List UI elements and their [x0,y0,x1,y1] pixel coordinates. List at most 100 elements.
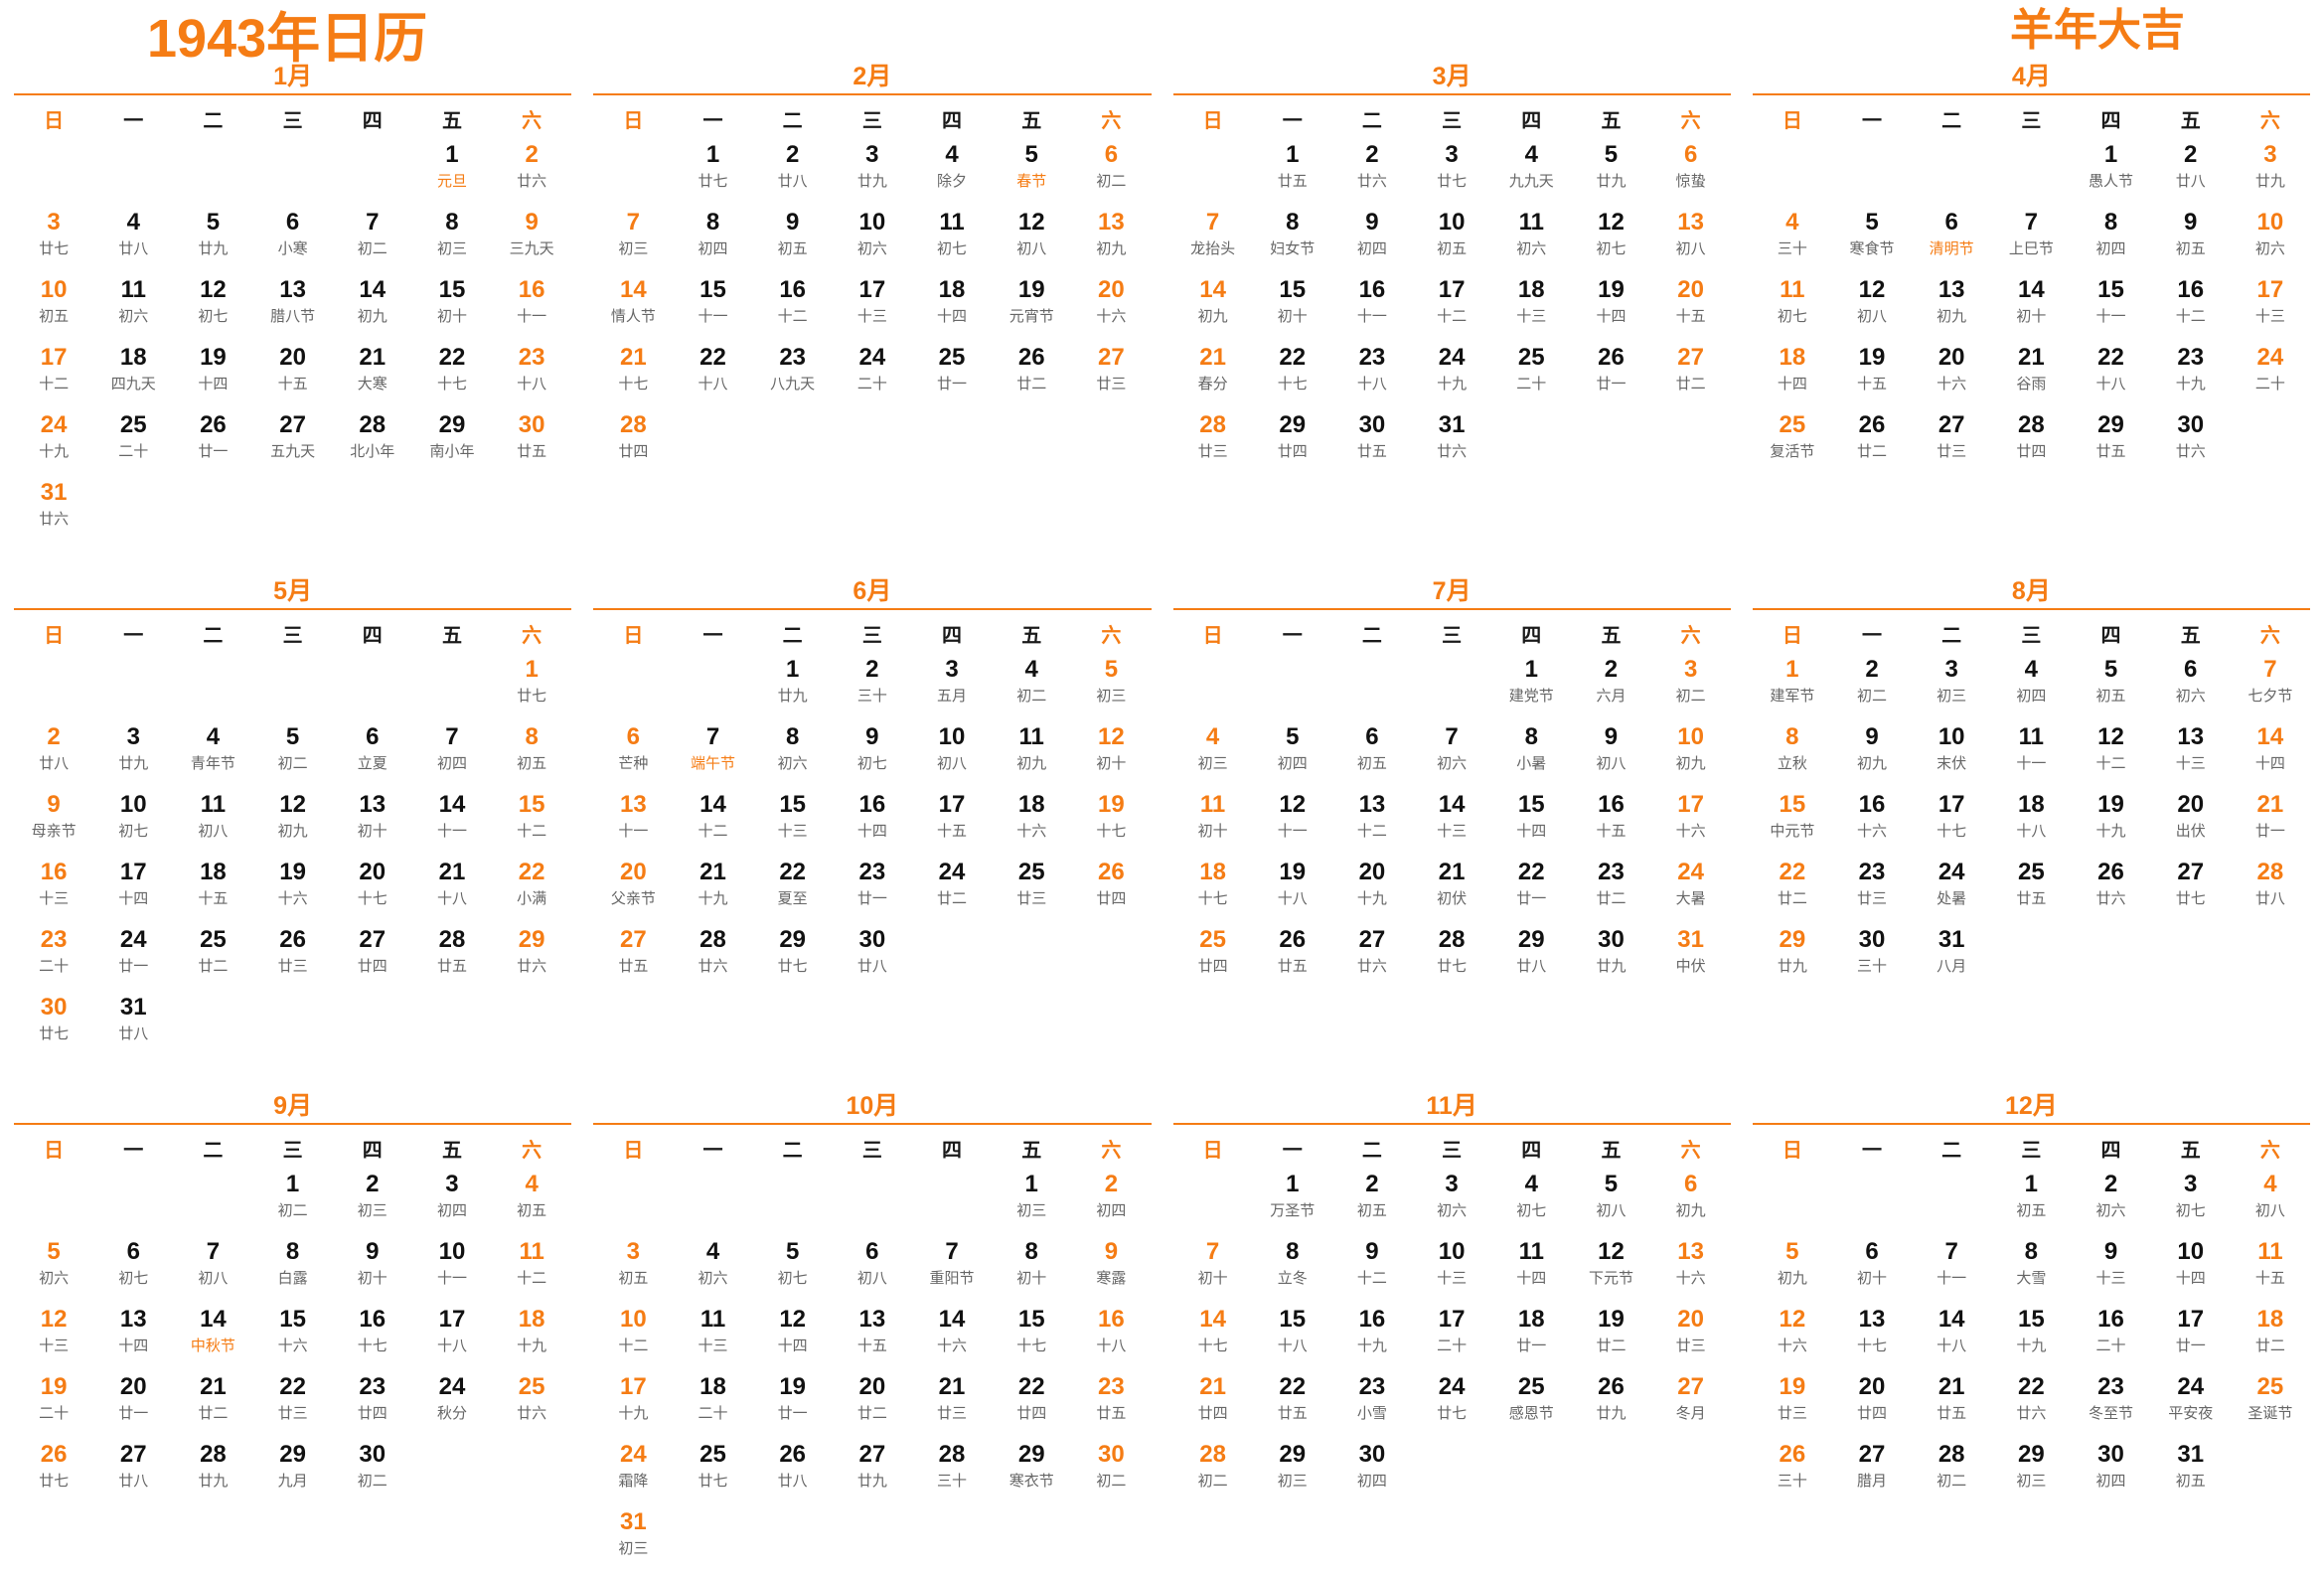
day-cell[interactable]: 24 大暑 [1651,858,1731,925]
day-cell[interactable]: 3 初三 [1912,655,1991,722]
day-cell[interactable]: 21 大寒 [333,343,412,410]
day-cell[interactable]: 4 初六 [673,1237,752,1305]
day-cell[interactable]: 25 廿三 [992,858,1071,925]
day-cell[interactable]: 10 初八 [912,722,992,790]
day-cell[interactable]: 12 下元节 [1571,1237,1650,1305]
day-cell[interactable]: 25 圣诞节 [2231,1372,2310,1440]
day-cell[interactable]: 15 初十 [412,275,492,343]
day-cell[interactable]: 27 廿六 [1332,925,1412,993]
day-cell[interactable]: 7 龙抬头 [1173,208,1253,275]
day-cell[interactable]: 24 二十 [833,343,912,410]
day-cell[interactable]: 3 初五 [593,1237,673,1305]
day-cell[interactable]: 29 九月 [253,1440,333,1507]
day-cell[interactable]: 16 十六 [1832,790,1912,858]
day-cell[interactable]: 27 廿九 [833,1440,912,1507]
day-cell[interactable]: 9 寒露 [1071,1237,1151,1305]
day-cell[interactable]: 1 初三 [992,1170,1071,1237]
day-cell[interactable]: 14 情人节 [593,275,673,343]
day-cell[interactable]: 19 十九 [2071,790,2150,858]
day-cell[interactable]: 14 中秋节 [173,1305,252,1372]
day-cell[interactable]: 30 廿九 [1571,925,1650,993]
day-cell[interactable]: 17 十三 [833,275,912,343]
day-cell[interactable]: 14 十三 [1412,790,1491,858]
day-cell[interactable]: 25 廿二 [173,925,252,993]
day-cell[interactable]: 22 廿三 [253,1372,333,1440]
day-cell[interactable]: 7 重阳节 [912,1237,992,1305]
day-cell[interactable]: 16 十一 [1332,275,1412,343]
day-cell[interactable]: 12 初十 [1071,722,1151,790]
day-cell[interactable]: 30 三十 [1832,925,1912,993]
day-cell[interactable]: 10 末伏 [1912,722,1991,790]
day-cell[interactable]: 29 廿四 [1253,410,1332,478]
day-cell[interactable]: 18 十四 [912,275,992,343]
day-cell[interactable]: 26 廿三 [253,925,333,993]
day-cell[interactable]: 12 初八 [1832,275,1912,343]
day-cell[interactable]: 21 廿二 [173,1372,252,1440]
day-cell[interactable]: 16 十四 [833,790,912,858]
day-cell[interactable]: 23 二十 [14,925,93,993]
day-cell[interactable]: 5 初二 [253,722,333,790]
day-cell[interactable]: 11 初八 [173,790,252,858]
day-cell[interactable]: 1 元旦 [412,140,492,208]
day-cell[interactable]: 15 十六 [253,1305,333,1372]
day-cell[interactable]: 9 三九天 [492,208,571,275]
day-cell[interactable]: 16 十九 [1332,1305,1412,1372]
day-cell[interactable]: 12 初九 [253,790,333,858]
day-cell[interactable]: 17 二十 [1412,1305,1491,1372]
day-cell[interactable]: 6 初十 [1832,1237,1912,1305]
day-cell[interactable]: 19 廿三 [1753,1372,1832,1440]
day-cell[interactable]: 4 初三 [1173,722,1253,790]
day-cell[interactable]: 5 初八 [1571,1170,1650,1237]
day-cell[interactable]: 19 二十 [14,1372,93,1440]
day-cell[interactable]: 13 初八 [1651,208,1731,275]
day-cell[interactable]: 30 廿七 [14,993,93,1060]
day-cell[interactable]: 6 初七 [93,1237,173,1305]
day-cell[interactable]: 31 初五 [2151,1440,2231,1507]
day-cell[interactable]: 18 十五 [173,858,252,925]
day-cell[interactable]: 25 二十 [1491,343,1571,410]
day-cell[interactable]: 11 初七 [912,208,992,275]
day-cell[interactable]: 6 清明节 [1912,208,1991,275]
day-cell[interactable]: 12 十三 [14,1305,93,1372]
day-cell[interactable]: 14 十七 [1173,1305,1253,1372]
day-cell[interactable]: 26 廿七 [14,1440,93,1507]
day-cell[interactable]: 25 感恩节 [1491,1372,1571,1440]
day-cell[interactable]: 21 谷雨 [1991,343,2071,410]
day-cell[interactable]: 25 廿五 [1991,858,2071,925]
day-cell[interactable]: 21 廿三 [912,1372,992,1440]
day-cell[interactable]: 12 十六 [1753,1305,1832,1372]
day-cell[interactable]: 26 廿二 [1832,410,1912,478]
day-cell[interactable]: 5 初三 [1071,655,1151,722]
day-cell[interactable]: 4 初二 [992,655,1071,722]
day-cell[interactable]: 17 十四 [93,858,173,925]
day-cell[interactable]: 4 青年节 [173,722,252,790]
day-cell[interactable]: 1 建党节 [1491,655,1571,722]
day-cell[interactable]: 23 廿二 [1571,858,1650,925]
day-cell[interactable]: 27 廿七 [2151,858,2231,925]
day-cell[interactable]: 14 初九 [1173,275,1253,343]
day-cell[interactable]: 26 廿五 [1253,925,1332,993]
day-cell[interactable]: 10 十二 [593,1305,673,1372]
day-cell[interactable]: 30 廿五 [492,410,571,478]
day-cell[interactable]: 27 廿三 [1912,410,1991,478]
day-cell[interactable]: 19 廿二 [1571,1305,1650,1372]
day-cell[interactable]: 20 十九 [1332,858,1412,925]
day-cell[interactable]: 28 廿六 [673,925,752,993]
day-cell[interactable]: 28 廿七 [1412,925,1491,993]
day-cell[interactable]: 18 十四 [1753,343,1832,410]
day-cell[interactable]: 6 惊蛰 [1651,140,1731,208]
day-cell[interactable]: 3 廿七 [14,208,93,275]
day-cell[interactable]: 28 廿三 [1173,410,1253,478]
day-cell[interactable]: 23 小雪 [1332,1372,1412,1440]
day-cell[interactable]: 26 廿四 [1071,858,1151,925]
day-cell[interactable]: 13 十六 [1651,1237,1731,1305]
day-cell[interactable]: 23 十八 [492,343,571,410]
day-cell[interactable]: 17 十六 [1651,790,1731,858]
day-cell[interactable]: 16 十五 [1571,790,1650,858]
day-cell[interactable]: 31 中伏 [1651,925,1731,993]
day-cell[interactable]: 11 初六 [93,275,173,343]
day-cell[interactable]: 22 十七 [412,343,492,410]
day-cell[interactable]: 30 廿六 [2151,410,2231,478]
day-cell[interactable]: 3 初二 [1651,655,1731,722]
day-cell[interactable]: 17 十二 [1412,275,1491,343]
